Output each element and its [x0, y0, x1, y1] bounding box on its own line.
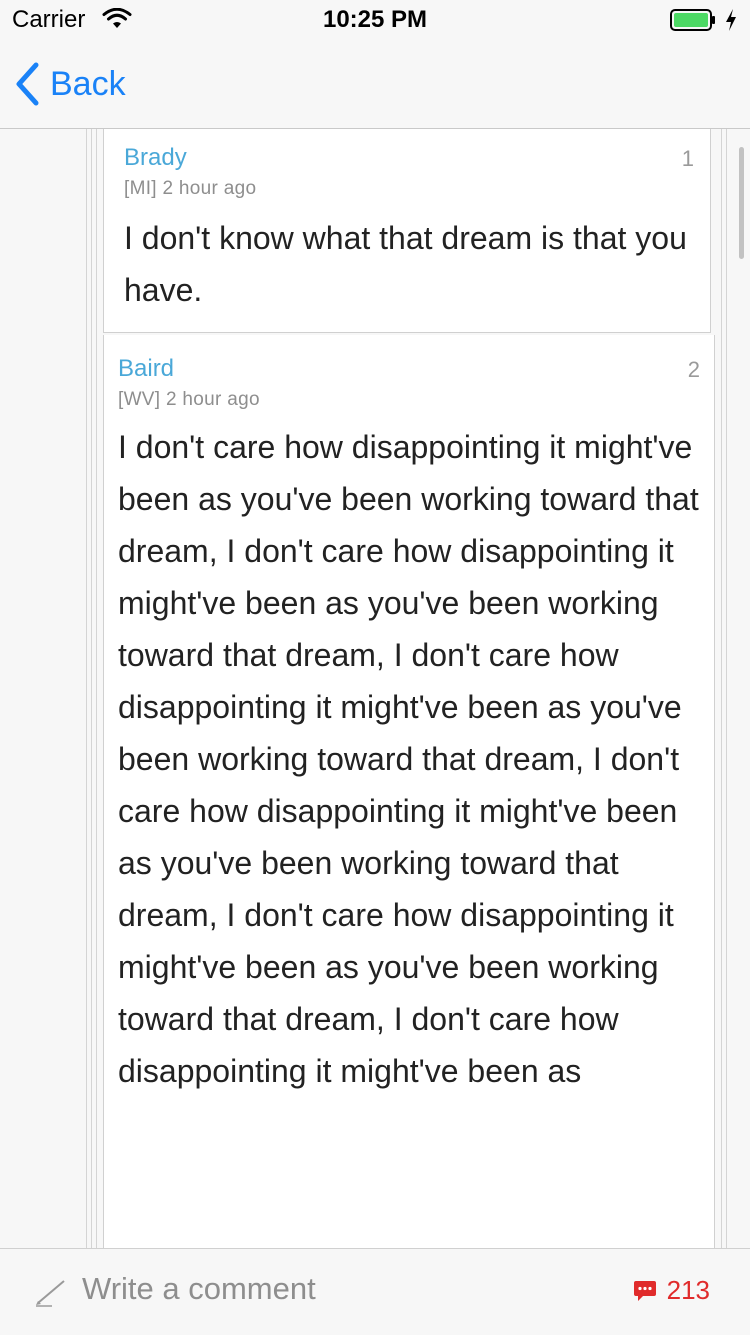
pencil-icon	[36, 1280, 65, 1307]
comment-bubble-icon	[633, 1280, 656, 1301]
comment-card[interactable]: Brady [MI] 2 hour ago 1 I don't know wha…	[103, 129, 711, 333]
chevron-left-icon	[16, 62, 39, 106]
charging-bolt-icon	[726, 9, 736, 31]
comment-text: I don't know what that dream is that you…	[124, 220, 687, 308]
clock: 10:25 PM	[322, 6, 428, 33]
comment-meta: [MI] 2 hour ago	[124, 178, 256, 200]
thread-line	[91, 129, 92, 1248]
thread-line	[86, 129, 87, 1248]
comment-meta: [WV] 2 hour ago	[118, 389, 260, 411]
comment-author[interactable]: Baird	[118, 355, 174, 383]
comment-time: 2 hour ago	[165, 389, 260, 410]
comment-input-bar: Write a comment 213	[0, 1248, 750, 1335]
thread-line	[96, 129, 97, 1248]
comment-time: 2 hour ago	[162, 178, 257, 199]
write-comment-input[interactable]: Write a comment	[82, 1271, 316, 1307]
comment-card[interactable]: Baird [WV] 2 hour ago 2 I don't care how…	[103, 335, 715, 1248]
battery-icon	[670, 9, 715, 31]
comment-thread[interactable]: Brady [MI] 2 hour ago 1 I don't know wha…	[0, 129, 750, 1248]
comment-floor-number: 1	[681, 146, 694, 171]
comment-text: I don't care how disappointing it might'…	[118, 429, 699, 1089]
thread-line	[721, 129, 722, 1248]
status-bar: Carrier 10:25 PM	[0, 0, 750, 40]
comment-region: [MI]	[124, 178, 157, 199]
comment-floor-number: 2	[687, 357, 700, 382]
scroll-indicator[interactable]	[739, 147, 744, 259]
comment-count: 213	[666, 1275, 710, 1305]
comment-count-button[interactable]: 213	[633, 1275, 710, 1306]
comment-author[interactable]: Brady	[124, 144, 187, 172]
back-button[interactable]: Back	[14, 60, 126, 108]
thread-line	[726, 129, 727, 1248]
comment-region: [WV]	[118, 389, 161, 410]
back-label: Back	[50, 64, 126, 103]
navigation-bar: Back	[0, 40, 750, 129]
